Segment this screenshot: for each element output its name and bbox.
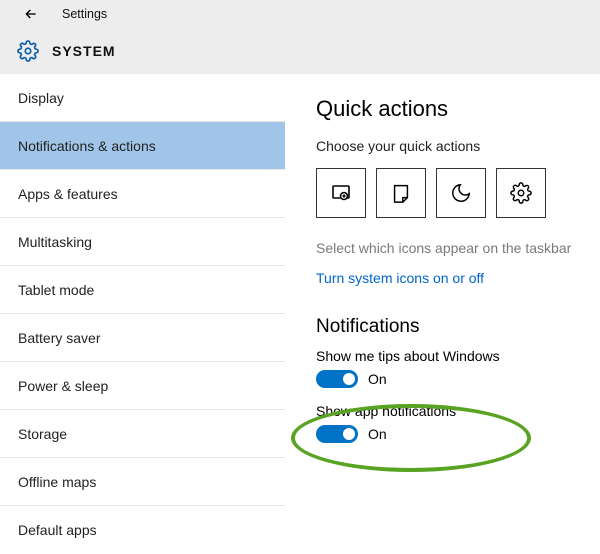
tips-label: Show me tips about Windows (316, 348, 584, 364)
gear-icon (510, 182, 532, 204)
sidebar-item-power-sleep[interactable]: Power & sleep (0, 362, 285, 410)
taskbar-icons-hint: Select which icons appear on the taskbar (316, 240, 584, 256)
moon-icon (450, 182, 472, 204)
section-title: SYSTEM (52, 43, 116, 59)
sidebar-item-notifications-actions[interactable]: Notifications & actions (0, 122, 285, 170)
notifications-heading: Notifications (316, 316, 584, 338)
app-notifications-toggle[interactable]: On (316, 425, 387, 443)
sidebar-item-tablet-mode[interactable]: Tablet mode (0, 266, 285, 314)
sidebar-item-multitasking[interactable]: Multitasking (0, 218, 285, 266)
back-button[interactable] (22, 5, 40, 23)
sidebar-item-battery-saver[interactable]: Battery saver (0, 314, 285, 362)
settings-gear-icon (16, 39, 40, 63)
quick-actions-subheading: Choose your quick actions (316, 138, 584, 154)
tips-row: Show me tips about Windows On (316, 348, 584, 391)
quick-tile-settings[interactable] (496, 168, 546, 218)
sidebar-item-apps-features[interactable]: Apps & features (0, 170, 285, 218)
app-notifications-label: Show app notifications (316, 403, 584, 419)
sidebar-item-offline-maps[interactable]: Offline maps (0, 458, 285, 506)
sidebar-item-display[interactable]: Display (0, 74, 285, 122)
app-notifications-toggle-state: On (368, 426, 387, 442)
quick-tile-tablet-mode[interactable] (316, 168, 366, 218)
tips-toggle[interactable]: On (316, 370, 387, 388)
sidebar: Display Notifications & actions Apps & f… (0, 74, 286, 514)
quick-tile-quiet-hours[interactable] (436, 168, 486, 218)
content-pane: Quick actions Choose your quick actions (286, 74, 600, 514)
note-icon (390, 182, 412, 204)
window-header: Settings SYSTEM (0, 0, 600, 74)
quick-actions-row (316, 168, 584, 218)
tablet-mode-icon (329, 181, 353, 205)
app-title: Settings (62, 7, 107, 21)
system-icons-link[interactable]: Turn system icons on or off (316, 270, 484, 286)
sidebar-item-storage[interactable]: Storage (0, 410, 285, 458)
app-notifications-row: Show app notifications On (316, 403, 584, 446)
quick-tile-note[interactable] (376, 168, 426, 218)
sidebar-item-default-apps[interactable]: Default apps (0, 506, 285, 554)
tips-toggle-state: On (368, 371, 387, 387)
quick-actions-heading: Quick actions (316, 96, 584, 122)
